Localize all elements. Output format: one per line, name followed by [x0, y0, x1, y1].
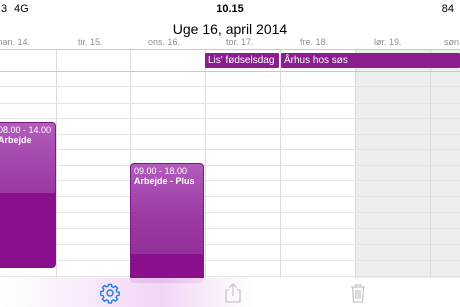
- hour-line: [0, 276, 460, 277]
- status-bar: 3 4G 10.15 84: [0, 0, 460, 20]
- hour-line: [0, 103, 460, 104]
- hour-line: [0, 244, 460, 245]
- event-time: 08.00 - 14.00: [0, 125, 52, 135]
- day-label-monday[interactable]: man. 14.: [0, 37, 30, 47]
- day-label-friday[interactable]: fre. 18.: [300, 37, 328, 47]
- clock: 10.15: [216, 3, 244, 15]
- day-header-row: man. 14. tir. 15. ons. 16. tor. 17. fre.…: [0, 37, 460, 49]
- gear-icon: [100, 283, 120, 304]
- trash-icon: [351, 284, 365, 303]
- hour-line: [0, 118, 460, 119]
- hour-line: [0, 165, 460, 166]
- event-title: Arbejde: [0, 135, 32, 145]
- delete-button[interactable]: [346, 281, 370, 305]
- settings-button[interactable]: [98, 281, 122, 305]
- all-day-event[interactable]: Lis' fødselsdag: [205, 53, 279, 68]
- all-day-divider: [0, 71, 460, 72]
- day-label-thursday[interactable]: tor. 17.: [226, 37, 254, 47]
- day-label-sunday[interactable]: søn. 20.: [444, 37, 460, 47]
- share-button[interactable]: [221, 281, 245, 305]
- hour-line: [0, 134, 460, 135]
- hour-line: [0, 212, 460, 213]
- week-title: Uge 16, april 2014: [172, 21, 288, 37]
- hour-line: [0, 196, 460, 197]
- bottom-toolbar: [0, 278, 460, 307]
- hour-line: [0, 86, 460, 87]
- day-label-saturday[interactable]: lør. 19.: [374, 37, 402, 47]
- day-label-wednesday[interactable]: ons. 16.: [148, 37, 180, 47]
- day-label-tuesday[interactable]: tir. 15.: [78, 37, 103, 47]
- calendar-event[interactable]: 09.00 - 18.00 Arbejde - Plus: [130, 163, 204, 283]
- event-shade: [0, 193, 55, 267]
- share-icon: [225, 283, 241, 303]
- hour-line: [0, 260, 460, 261]
- calendar-app: 3 4G 10.15 84 Uge 16, april 2014 man. 14…: [0, 0, 460, 307]
- all-day-event[interactable]: Århus hos søs: [281, 53, 460, 68]
- calendar-event[interactable]: 08.00 - 14.00 Arbejde: [0, 122, 56, 268]
- event-time: 09.00 - 18.00: [134, 166, 188, 176]
- event-title: Arbejde - Plus: [134, 176, 195, 186]
- battery-level: 84: [441, 3, 454, 15]
- hour-line: [0, 149, 460, 150]
- hour-line: [0, 228, 460, 229]
- hour-line: [0, 180, 460, 181]
